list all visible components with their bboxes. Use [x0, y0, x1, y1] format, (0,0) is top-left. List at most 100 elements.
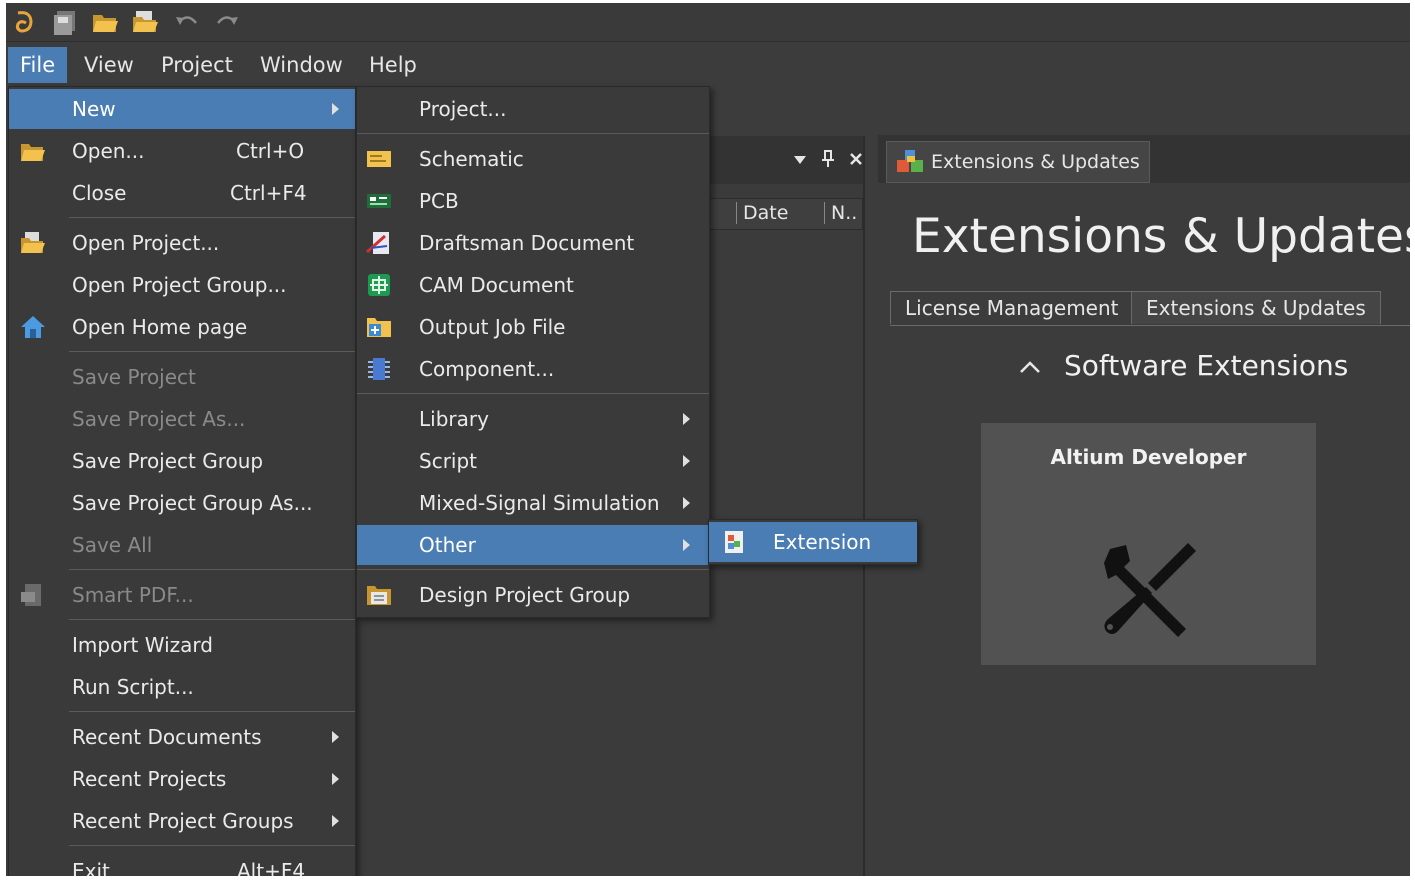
file-menu: New Open... Ctrl+O Close Ctrl+F4 Open Pr…	[8, 86, 356, 876]
menu-item-output-job[interactable]: Output Job File	[357, 307, 709, 347]
separator	[69, 569, 355, 570]
menu-item-script[interactable]: Script	[357, 441, 709, 481]
separator	[357, 569, 709, 570]
menu-item-save-project-as[interactable]: Save Project As...	[9, 399, 355, 439]
menu-item-run-script[interactable]: Run Script...	[9, 667, 355, 707]
menu-item-library[interactable]: Library	[357, 399, 709, 439]
menu-file[interactable]: File	[8, 47, 68, 83]
subtab-extensions-updates[interactable]: Extensions & Updates	[1131, 291, 1381, 324]
separator	[357, 133, 709, 134]
separator	[357, 393, 709, 394]
menu-item-new-project[interactable]: Project...	[357, 89, 709, 129]
document-tab-bar: Extensions & Updates	[878, 135, 1410, 183]
menu-item-extension[interactable]: Extension	[709, 522, 917, 562]
menu-item-open-project-group[interactable]: Open Project Group...	[9, 265, 355, 305]
panel-menu-icon[interactable]	[793, 154, 807, 166]
separator	[69, 711, 355, 712]
card-title: Altium Developer	[1050, 445, 1247, 469]
menu-item-other[interactable]: Other	[357, 525, 709, 565]
menu-item-save-project-group[interactable]: Save Project Group	[9, 441, 355, 481]
submenu-arrow-icon	[332, 815, 339, 827]
column-date[interactable]: Date	[736, 202, 788, 224]
separator	[69, 845, 355, 846]
separator	[69, 619, 355, 620]
menu-item-pcb[interactable]: PCB	[357, 181, 709, 221]
altium-window: File View Project Window Help Date N.. E…	[6, 3, 1410, 876]
subtab-bar: License Management Extensions & Updates	[890, 289, 1410, 326]
menu-item-open-home-page[interactable]: Open Home page	[9, 307, 355, 347]
tab-extensions-updates[interactable]: Extensions & Updates	[886, 141, 1150, 183]
altium-logo-icon[interactable]	[10, 7, 40, 37]
submenu-arrow-icon	[332, 103, 339, 115]
new-submenu: Project... Schematic PCB Draftsman Docum…	[356, 86, 710, 618]
submenu-arrow-icon	[683, 455, 690, 467]
page-title: Extensions & Updates	[912, 209, 1410, 264]
menu-item-open-project[interactable]: Open Project...	[9, 223, 355, 263]
smart-pdf-icon	[21, 584, 41, 606]
separator	[69, 351, 355, 352]
extension-card[interactable]: Altium Developer	[981, 423, 1316, 665]
pin-icon[interactable]	[821, 150, 835, 168]
menu-item-new[interactable]: New	[9, 89, 355, 129]
menu-item-component[interactable]: Component...	[357, 349, 709, 389]
extensions-page: Extensions & Updates License Management …	[878, 183, 1410, 876]
menu-item-import-wizard[interactable]: Import Wizard	[9, 625, 355, 665]
submenu-arrow-icon	[683, 539, 690, 551]
extension-icon	[725, 531, 743, 553]
menu-item-cam[interactable]: CAM Document	[357, 265, 709, 305]
menu-item-save-all[interactable]: Save All	[9, 525, 355, 565]
menu-item-mixed-signal[interactable]: Mixed-Signal Simulation	[357, 483, 709, 523]
submenu-arrow-icon	[683, 413, 690, 425]
output-job-icon	[367, 318, 391, 337]
menu-item-recent-project-groups[interactable]: Recent Project Groups	[9, 801, 355, 841]
draftsman-icon	[366, 232, 389, 254]
menu-item-design-project-group[interactable]: Design Project Group	[357, 575, 709, 615]
quick-access-toolbar	[6, 3, 1410, 42]
menu-item-save-project-group-as[interactable]: Save Project Group As...	[9, 483, 355, 523]
shortcut-exit: Alt+F4	[237, 859, 306, 876]
close-icon[interactable]	[849, 152, 863, 166]
other-submenu: Extension	[708, 519, 918, 565]
menu-item-exit[interactable]: Exit Alt+F4	[9, 851, 355, 876]
save-all-icon[interactable]	[50, 7, 80, 37]
submenu-arrow-icon	[332, 773, 339, 785]
menu-item-save-project[interactable]: Save Project	[9, 357, 355, 397]
cam-icon	[368, 274, 390, 296]
menu-bar: File View Project Window Help	[6, 43, 1410, 87]
redo-icon[interactable]	[212, 7, 242, 37]
open-project-icon	[21, 232, 45, 253]
section-heading: Software Extensions	[1064, 349, 1349, 382]
shortcut-open: Ctrl+O	[236, 139, 305, 163]
separator	[69, 217, 355, 218]
open-project-icon[interactable]	[130, 7, 160, 37]
component-icon	[368, 358, 390, 380]
shortcut-close: Ctrl+F4	[230, 181, 307, 205]
open-folder-icon	[21, 144, 45, 161]
menu-item-recent-projects[interactable]: Recent Projects	[9, 759, 355, 799]
menu-item-close[interactable]: Close Ctrl+F4	[9, 173, 355, 213]
menu-item-draftsman[interactable]: Draftsman Document	[357, 223, 709, 263]
schematic-icon	[367, 151, 391, 167]
home-icon	[21, 316, 45, 338]
menu-window[interactable]: Window	[248, 47, 355, 83]
column-n[interactable]: N..	[824, 202, 857, 224]
tab-label: Extensions & Updates	[931, 151, 1140, 173]
submenu-arrow-icon	[332, 731, 339, 743]
project-group-icon	[367, 586, 391, 605]
submenu-arrow-icon	[683, 497, 690, 509]
subtab-license-management[interactable]: License Management	[890, 291, 1134, 324]
column-header: Date N..	[709, 198, 863, 230]
menu-project[interactable]: Project	[149, 47, 245, 83]
menu-item-smart-pdf[interactable]: Smart PDF...	[9, 575, 355, 615]
menu-item-schematic[interactable]: Schematic	[357, 139, 709, 179]
menu-item-open[interactable]: Open... Ctrl+O	[9, 131, 355, 171]
menu-item-recent-documents[interactable]: Recent Documents	[9, 717, 355, 757]
extensions-icon	[897, 150, 923, 172]
pcb-icon	[367, 194, 391, 208]
undo-icon[interactable]	[172, 7, 202, 37]
tools-icon	[1104, 543, 1196, 637]
menu-view[interactable]: View	[72, 47, 146, 83]
menu-help[interactable]: Help	[357, 47, 429, 83]
open-folder-icon[interactable]	[90, 7, 120, 37]
chevron-up-icon[interactable]	[1018, 359, 1042, 375]
